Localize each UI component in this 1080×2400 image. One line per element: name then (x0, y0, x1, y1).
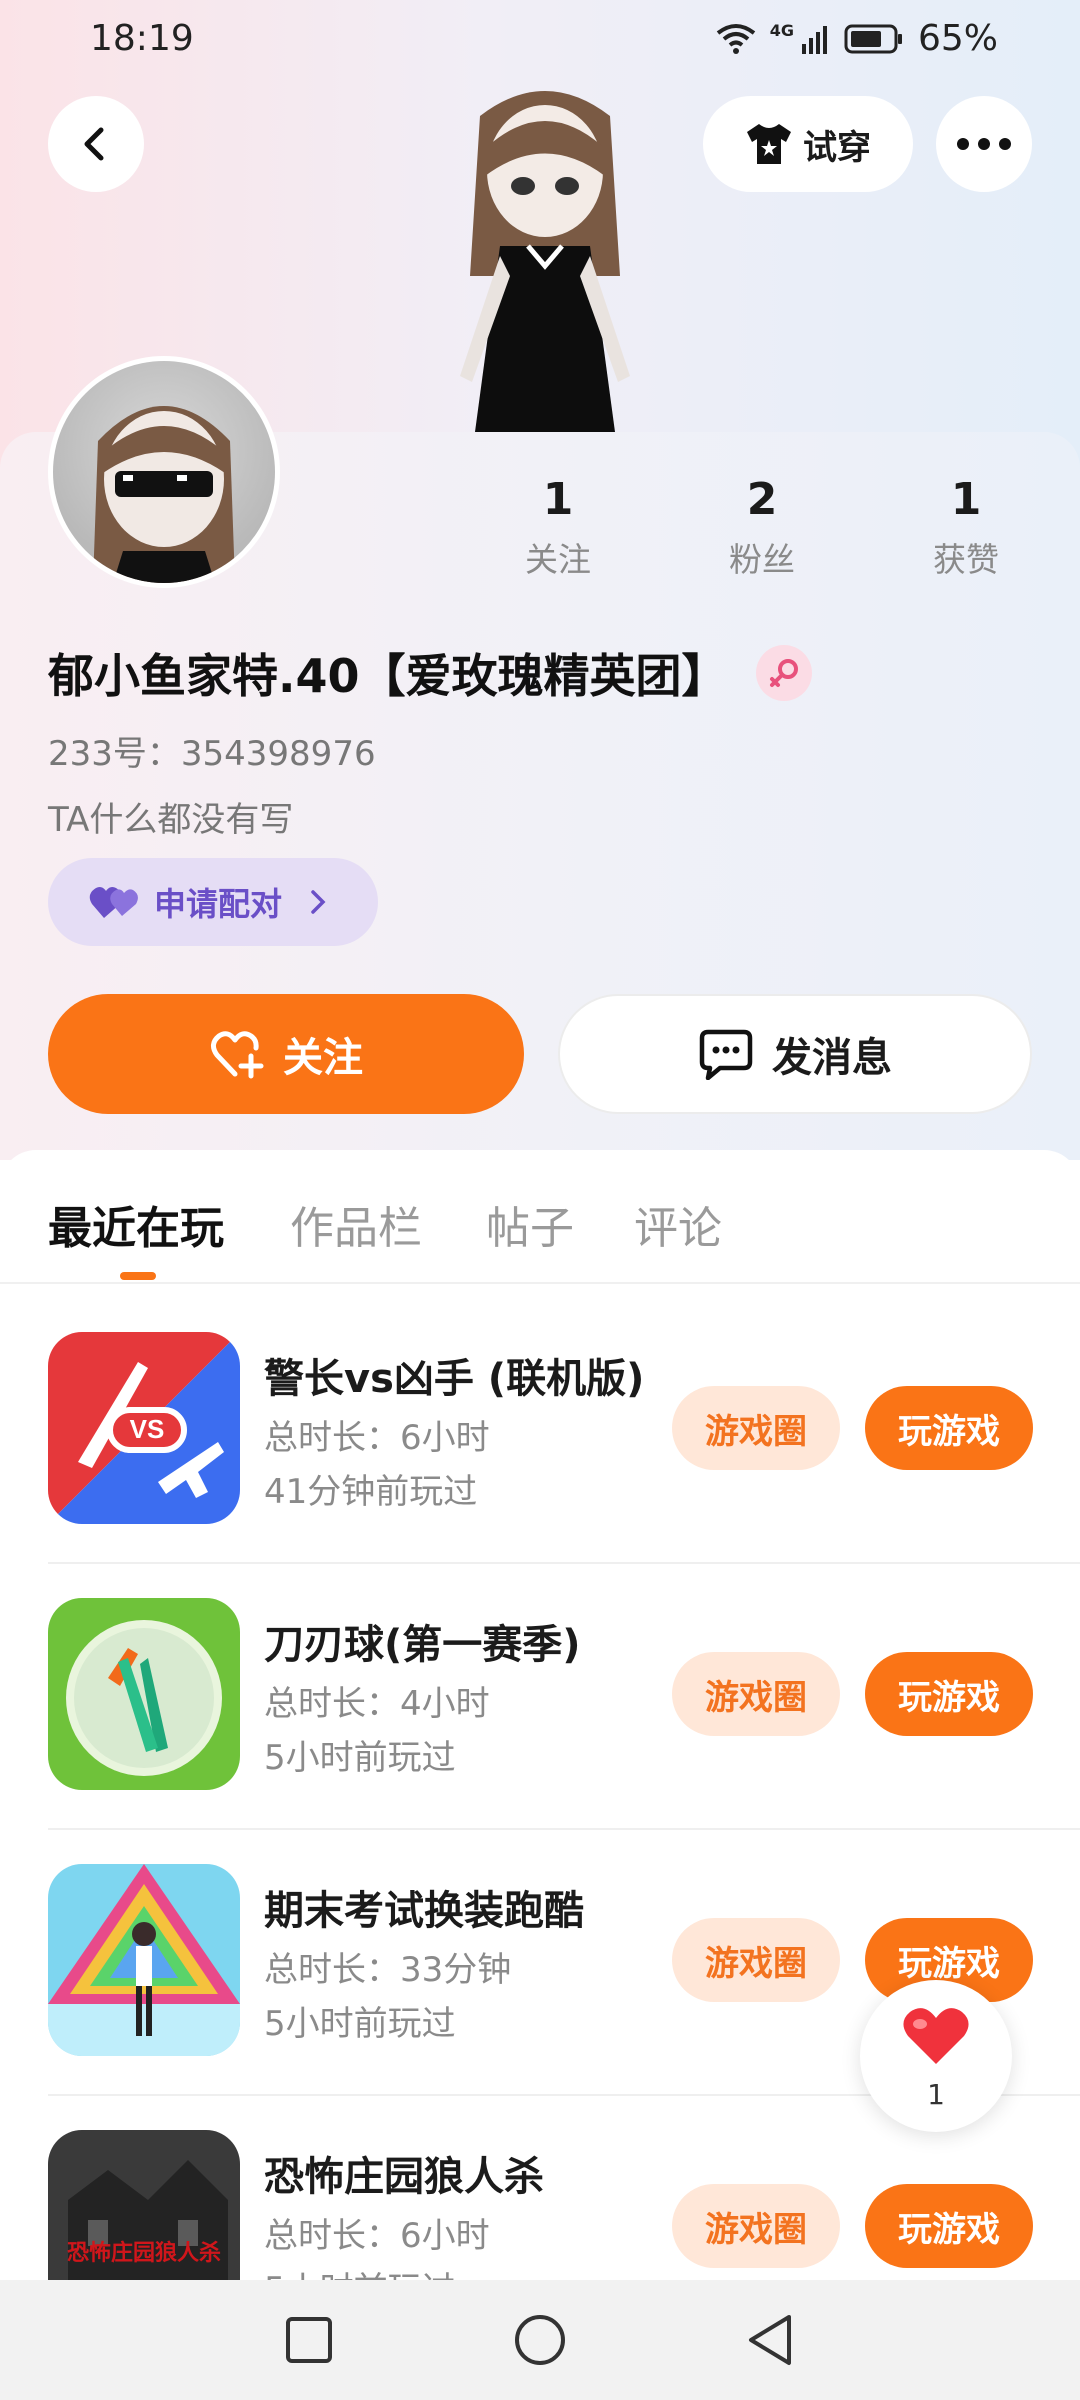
apply-pair-label: 申请配对 (154, 885, 283, 923)
game-duration: 总时长：4小时 (264, 1684, 490, 1724)
try-on-label: 试穿 (803, 127, 871, 168)
back-button[interactable] (48, 96, 144, 192)
double-heart-icon (89, 887, 138, 918)
stat-followers-count: 2 (746, 474, 778, 525)
game-name: 警长vs凶手 (联机版) (264, 1356, 645, 1402)
game-duration: 总时长：33分钟 (264, 1950, 512, 1990)
tabs-divider (0, 1282, 1080, 1284)
tab-works[interactable]: 作品栏 (290, 1192, 422, 1256)
avatar-image (93, 406, 235, 583)
wifi-icon (716, 23, 755, 54)
signal-icon (801, 25, 827, 54)
network-type: 4G (769, 21, 794, 40)
game-icon-sheriff[interactable]: VS (48, 1332, 240, 1524)
game-name: 刀刃球(第一赛季) (264, 1622, 581, 1668)
chevron-right-icon (311, 890, 326, 914)
back-nav-icon[interactable] (745, 2313, 795, 2367)
status-time: 18:19 (90, 18, 194, 59)
heart-plus-icon (211, 1031, 264, 1079)
nickname-text: 郁小鱼家特.40【爱玫瑰精英团】 (48, 649, 728, 703)
tab-recently-played[interactable]: 最近在玩 (48, 1192, 224, 1256)
row-divider (48, 1562, 1080, 1564)
horror-icon-text: 恐怖庄园狼人杀 (67, 2240, 221, 2265)
game-name: 恐怖庄园狼人杀 (264, 2154, 544, 2200)
game-duration: 总时长：6小时 (264, 2216, 490, 2256)
recent-apps-icon[interactable] (284, 2315, 334, 2365)
more-dots-icon (957, 138, 1011, 150)
game-last-played: 5小时前玩过 (264, 1738, 456, 1778)
user-id: 233号：354398976 (48, 734, 376, 774)
stat-following-count: 1 (542, 474, 574, 525)
nickname: 郁小鱼家特.40【爱玫瑰精英团】 (48, 640, 812, 706)
stat-following-label: 关注 (525, 540, 591, 579)
game-icon-blade-ball[interactable] (48, 1598, 240, 1790)
battery-icon (844, 24, 902, 53)
game-last-played: 41分钟前玩过 (264, 1472, 478, 1512)
follow-label: 关注 (283, 1035, 363, 1081)
stat-following[interactable]: 1 关注 (488, 474, 628, 581)
vs-text: VS (130, 1414, 165, 1444)
send-message-label: 发消息 (772, 1035, 892, 1081)
battery-percent: 65% (917, 18, 998, 59)
game-circle-button[interactable]: 游戏圈 (672, 2184, 840, 2268)
follow-button[interactable]: 关注 (48, 994, 524, 1114)
try-on-button[interactable]: 试穿 (703, 96, 913, 192)
chat-bubble-icon (699, 1029, 753, 1080)
more-button[interactable] (936, 96, 1032, 192)
stat-followers[interactable]: 2 粉丝 (692, 474, 832, 581)
row-divider (48, 1828, 1080, 1830)
play-game-button[interactable]: 玩游戏 (865, 1652, 1033, 1736)
profile-tabs: 最近在玩 作品栏 帖子 评论 (0, 1184, 1080, 1284)
stat-followers-label: 粉丝 (729, 540, 795, 579)
play-game-button[interactable]: 玩游戏 (865, 1386, 1033, 1470)
floating-like-button[interactable]: 1 (860, 1980, 1012, 2132)
stat-likes-label: 获赞 (933, 540, 999, 579)
system-nav-bar (0, 2280, 1080, 2400)
female-icon (755, 645, 812, 701)
game-circle-button[interactable]: 游戏圈 (672, 1386, 840, 1470)
active-tab-indicator (120, 1272, 156, 1280)
status-bar: 18:19 4G 65% (0, 0, 1080, 80)
game-icon-exam-runner[interactable] (48, 1864, 240, 2056)
game-circle-button[interactable]: 游戏圈 (672, 1652, 840, 1736)
game-circle-button[interactable]: 游戏圈 (672, 1918, 840, 2002)
game-row[interactable]: 刀刃球(第一赛季) 总时长：4小时 5小时前玩过 游戏圈 玩游戏 (0, 1598, 1080, 1864)
heart-icon (903, 2008, 969, 2064)
stat-likes[interactable]: 1 获赞 (896, 474, 1036, 581)
shirt-icon (747, 124, 791, 164)
play-game-button[interactable]: 玩游戏 (865, 2184, 1033, 2268)
stat-likes-count: 1 (950, 474, 982, 525)
send-message-button[interactable]: 发消息 (558, 994, 1032, 1114)
tab-posts[interactable]: 帖子 (486, 1192, 574, 1256)
game-row[interactable]: VS 警长vs凶手 (联机版) 总时长：6小时 41分钟前玩过 游戏圈 玩游戏 (0, 1332, 1080, 1598)
avatar[interactable] (48, 356, 280, 588)
like-count: 1 (927, 2078, 945, 2111)
chevron-left-icon (84, 127, 104, 161)
home-icon[interactable] (513, 2313, 567, 2367)
game-last-played: 5小时前玩过 (264, 2004, 456, 2044)
game-duration: 总时长：6小时 (264, 1418, 490, 1458)
game-name: 期末考试换装跑酷 (264, 1888, 584, 1934)
bio: TA什么都没有写 (48, 800, 294, 840)
tab-comments[interactable]: 评论 (634, 1192, 722, 1256)
apply-pair-button[interactable]: 申请配对 (48, 858, 378, 946)
avatar-3d-figure (460, 91, 630, 432)
